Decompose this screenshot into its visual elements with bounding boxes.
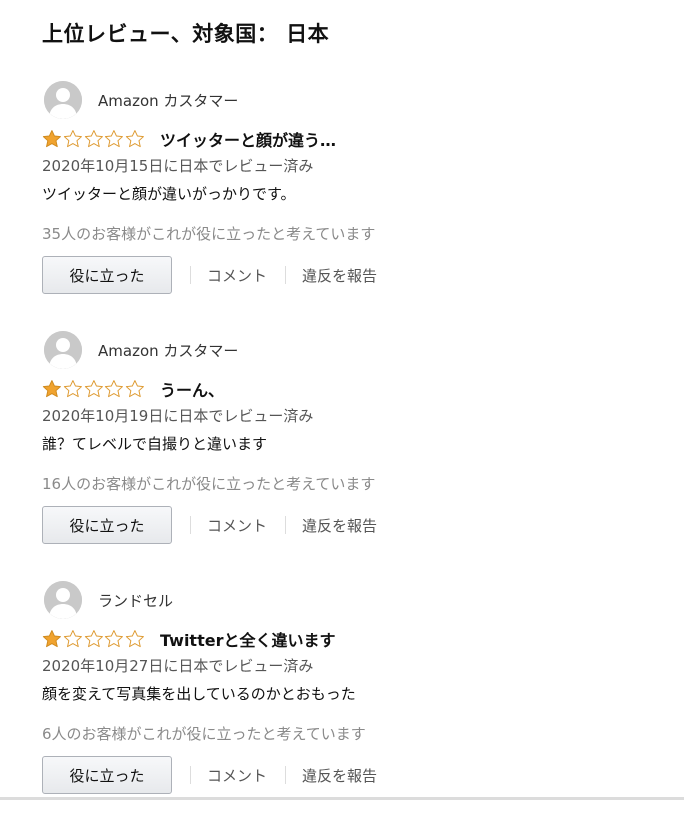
helpful-count: 16人のお客様がこれが役に立ったと考えています: [42, 475, 376, 493]
star-rating[interactable]: [42, 629, 146, 649]
review-body: ツイッターと顔が違いがっかりです。: [42, 185, 296, 203]
review-body: 顔を変えて写真集を出しているのかとおもった: [42, 685, 356, 703]
review-item: Amazon カスタマー うーん、 2020年10月19日に日本でレビュー済み …: [42, 330, 662, 570]
review-header: ランドセル: [44, 580, 173, 620]
review-actions: 役に立った コメント 違反を報告: [42, 505, 377, 545]
star-empty-icon: [105, 130, 124, 148]
comment-link[interactable]: コメント: [207, 515, 267, 536]
helpful-count: 6人のお客様がこれが役に立ったと考えています: [42, 725, 366, 743]
review-actions: 役に立った コメント 違反を報告: [42, 255, 377, 295]
review-title[interactable]: ツイッターと顔が違う…: [160, 127, 336, 151]
review-date: 2020年10月19日に日本でレビュー済み: [42, 407, 314, 425]
avatar-icon[interactable]: [44, 581, 82, 619]
review-title[interactable]: Twitterと全く違います: [160, 627, 335, 651]
star-empty-icon: [126, 630, 145, 648]
divider: [190, 266, 191, 284]
divider: [190, 766, 191, 784]
helpful-button[interactable]: 役に立った: [42, 756, 172, 794]
page-title: 上位レビュー、対象国： 日本: [42, 22, 330, 46]
report-abuse-link[interactable]: 違反を報告: [302, 265, 377, 286]
report-abuse-link[interactable]: 違反を報告: [302, 515, 377, 536]
star-empty-icon: [126, 130, 145, 148]
comment-link[interactable]: コメント: [207, 765, 267, 786]
helpful-button[interactable]: 役に立った: [42, 506, 172, 544]
helpful-button[interactable]: 役に立った: [42, 256, 172, 294]
reviewer-name[interactable]: Amazon カスタマー: [98, 90, 238, 111]
helpful-count: 35人のお客様がこれが役に立ったと考えています: [42, 225, 376, 243]
avatar-icon[interactable]: [44, 331, 82, 369]
star-empty-icon: [63, 130, 82, 148]
star-empty-icon: [63, 630, 82, 648]
star-filled-icon: [42, 630, 61, 648]
divider: [285, 516, 287, 534]
review-header: Amazon カスタマー: [44, 80, 238, 120]
reviews-page: 上位レビュー、対象国： 日本 Amazon カスタマー ツイッターと顔が違う… …: [0, 0, 684, 800]
star-empty-icon: [63, 380, 82, 398]
star-empty-icon: [84, 630, 103, 648]
comment-link[interactable]: コメント: [207, 265, 267, 286]
divider: [285, 266, 287, 284]
divider: [285, 766, 287, 784]
review-header: Amazon カスタマー: [44, 330, 238, 370]
rating-row: うーん、: [42, 377, 224, 401]
reviewer-name[interactable]: ランドセル: [98, 590, 173, 611]
review-actions: 役に立った コメント 違反を報告: [42, 755, 377, 795]
reviewer-name[interactable]: Amazon カスタマー: [98, 340, 238, 361]
star-empty-icon: [84, 380, 103, 398]
review-item: ランドセル Twitterと全く違います 2020年10月27日に日本でレビュー…: [42, 580, 662, 820]
star-empty-icon: [84, 130, 103, 148]
review-item: Amazon カスタマー ツイッターと顔が違う… 2020年10月15日に日本で…: [42, 80, 662, 320]
review-date: 2020年10月15日に日本でレビュー済み: [42, 157, 314, 175]
star-empty-icon: [105, 380, 124, 398]
rating-row: Twitterと全く違います: [42, 627, 335, 651]
star-filled-icon: [42, 130, 61, 148]
star-empty-icon: [126, 380, 145, 398]
star-rating[interactable]: [42, 129, 146, 149]
review-title[interactable]: うーん、: [160, 377, 224, 401]
star-rating[interactable]: [42, 379, 146, 399]
review-body: 誰？てレベルで自撮りと違います: [42, 435, 268, 453]
report-abuse-link[interactable]: 違反を報告: [302, 765, 377, 786]
star-empty-icon: [105, 630, 124, 648]
rating-row: ツイッターと顔が違う…: [42, 127, 336, 151]
review-date: 2020年10月27日に日本でレビュー済み: [42, 657, 314, 675]
divider: [190, 516, 191, 534]
avatar-icon[interactable]: [44, 81, 82, 119]
star-filled-icon: [42, 380, 61, 398]
